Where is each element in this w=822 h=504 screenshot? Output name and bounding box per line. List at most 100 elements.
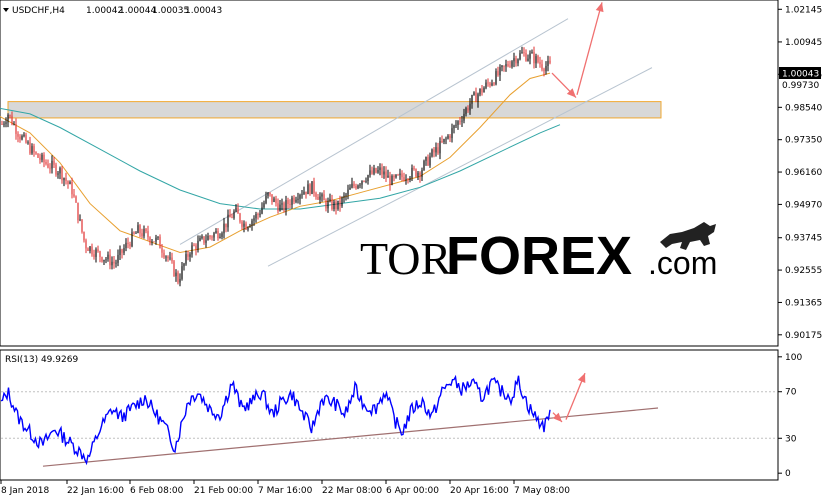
candle [397, 173, 399, 176]
candle-body [211, 236, 213, 238]
candle-body [207, 235, 209, 241]
candle-body [335, 201, 337, 209]
candle [363, 180, 365, 183]
candle-body [499, 67, 501, 76]
candle [333, 199, 335, 212]
candle [413, 165, 415, 171]
candle-body [85, 240, 87, 249]
candle [369, 164, 371, 178]
candle [301, 190, 303, 199]
y-tick-label: 1.02145 [785, 5, 822, 15]
candle [431, 148, 433, 158]
candle-body [417, 172, 419, 177]
candle-body [27, 142, 29, 144]
symbol-timeframe: USDCHF,H4 [12, 6, 65, 16]
candle [365, 177, 367, 184]
main-header: USDCHF,H4 1.00042 1.00044 1.00035 1.0004… [3, 6, 222, 16]
candle [515, 55, 517, 67]
candle-body [495, 71, 497, 85]
candle-body [5, 122, 7, 124]
candle [307, 180, 309, 195]
candle-body [163, 252, 165, 258]
candle-body [159, 236, 161, 249]
candle-body [111, 261, 113, 266]
candle [367, 174, 369, 185]
candle-body [145, 229, 147, 232]
candle [75, 195, 77, 203]
candle-body [415, 169, 417, 177]
candle [481, 85, 483, 96]
candle [383, 166, 385, 179]
candle-body [25, 134, 27, 143]
candle-body [461, 120, 463, 122]
candle-body [217, 231, 219, 238]
candle [373, 164, 375, 176]
candle-body [79, 219, 81, 221]
candle [21, 134, 23, 141]
candle [533, 46, 535, 69]
candle [313, 177, 315, 197]
candle [59, 166, 61, 180]
candle-body [453, 125, 455, 129]
candle [287, 197, 289, 209]
candle-body [127, 242, 129, 244]
candle [73, 189, 75, 198]
candle-body [23, 134, 25, 136]
candle [351, 177, 353, 189]
candle-body [505, 64, 507, 67]
candle-body [421, 170, 423, 177]
candle [161, 244, 163, 258]
candle-body [473, 92, 475, 95]
candle-body [235, 207, 237, 212]
candle [177, 270, 179, 285]
x-tick-label: 22 Jan 16:00 [67, 486, 124, 496]
candle-body [51, 160, 53, 169]
candle-body [53, 160, 55, 165]
candle [315, 191, 317, 200]
candle [409, 176, 411, 183]
x-tick-label: 21 Feb 00:00 [194, 486, 253, 496]
candle [339, 195, 341, 212]
candle-body [87, 248, 89, 251]
candle-body [209, 235, 211, 237]
candle [399, 168, 401, 180]
candle-body [3, 123, 5, 125]
candle [133, 231, 135, 235]
candle [303, 186, 305, 195]
candle [403, 172, 405, 182]
candle-body [433, 149, 435, 153]
candle [417, 171, 419, 180]
candle [485, 79, 487, 90]
candle [483, 86, 485, 93]
candle [151, 239, 153, 246]
candle-body [21, 136, 23, 140]
candle [325, 198, 327, 212]
y-tick-label: 0.96160 [785, 168, 822, 178]
candle-body [455, 124, 457, 126]
candle [435, 142, 437, 157]
candle [273, 196, 275, 203]
candle [155, 234, 157, 245]
candle [265, 191, 267, 205]
rsi-y-tick-label: 100 [785, 353, 802, 363]
candle-body [419, 172, 421, 178]
candle [83, 231, 85, 243]
candle [387, 169, 389, 178]
candle-body [437, 147, 439, 154]
candle-body [37, 153, 39, 158]
candle [159, 234, 161, 249]
candle [111, 256, 113, 270]
candle [379, 163, 381, 176]
candle-body [149, 237, 151, 243]
candle-body [511, 61, 513, 67]
candle-body [539, 62, 541, 65]
candle-body [59, 168, 61, 174]
candle-body [263, 203, 265, 208]
candle [355, 183, 357, 190]
candle-body [465, 108, 467, 114]
candle-body [91, 246, 93, 255]
candle [183, 262, 185, 271]
candle-body [273, 198, 275, 202]
candle [185, 250, 187, 266]
candle [9, 114, 11, 119]
